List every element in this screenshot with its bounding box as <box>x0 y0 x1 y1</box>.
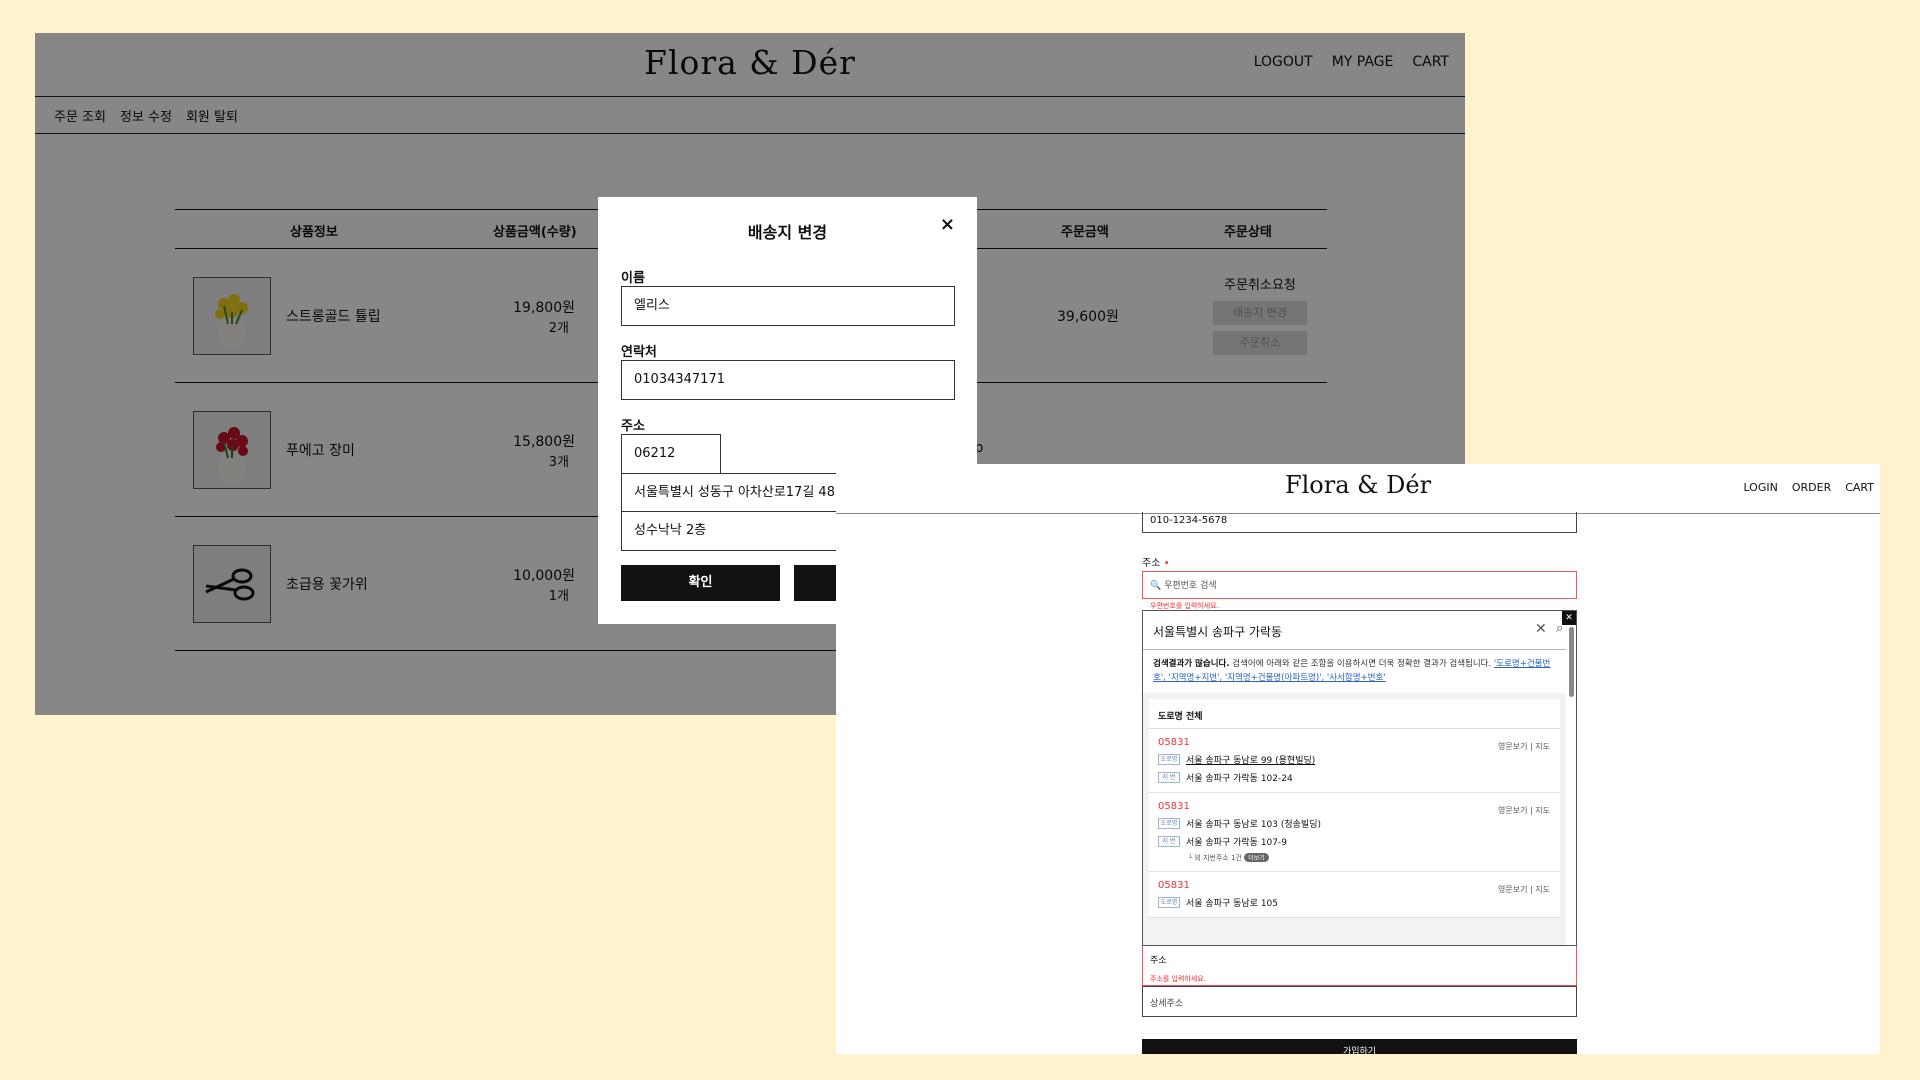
road-tag: 도로명 <box>1158 754 1180 765</box>
map-link[interactable]: 지도 <box>1535 806 1550 815</box>
site-logo[interactable]: Flora & Dér <box>836 471 1880 499</box>
search-icon: 🔍 <box>1150 581 1162 591</box>
road-address-line: 도로명 서울 송파구 동남로 99 (용현빌딩) <box>1158 753 1551 766</box>
nav-order[interactable]: ORDER <box>1792 481 1831 494</box>
result-links: 영문보기 | 지도 <box>1498 885 1550 894</box>
scrollbar[interactable] <box>1569 627 1574 697</box>
road-address-line: 도로명 서울 송파구 동남로 105 <box>1158 896 1551 909</box>
divider <box>1143 649 1566 650</box>
zipcode-search-field[interactable]: 🔍 우편번호 검색 우편번호를 입력하세요. <box>1142 571 1577 610</box>
road-address[interactable]: 서울 송파구 동남로 105 <box>1186 896 1278 909</box>
result-list: 도로명 전체 05831 영문보기 | 지도 도로명 서울 송파구 동남로 99 … <box>1143 693 1566 945</box>
jibun-tag: 지 번 <box>1158 836 1180 847</box>
name-label: 이름 <box>621 271 645 286</box>
list-item[interactable]: 05831 영문보기 | 지도 도로명 서울 송파구 동남로 103 (청송빌딩)… <box>1149 793 1560 872</box>
phone-label: 연락처 <box>621 345 657 360</box>
zipcode-field[interactable]: 06212 <box>621 434 721 474</box>
phone-field[interactable]: 01034347171 <box>621 360 955 400</box>
phone-field[interactable]: 010-1234-5678 <box>1142 512 1577 533</box>
signup-button[interactable]: 가입하기 <box>1142 1039 1577 1054</box>
jibun-address-line: 지 번 서울 송파구 가락동 107-9 <box>1158 835 1551 848</box>
road-tag: 도로명 <box>1158 897 1180 908</box>
map-link[interactable]: 지도 <box>1535 742 1550 751</box>
detail-address-field[interactable]: 상세주소 <box>1142 986 1577 1017</box>
address-search-input[interactable]: 서울특별시 송파구 가락동 <box>1153 623 1282 640</box>
top-nav: LOGIN ORDER CART <box>1743 481 1874 494</box>
view-english-link[interactable]: 영문보기 <box>1498 742 1527 751</box>
close-icon[interactable]: × <box>940 214 955 235</box>
address-field[interactable]: 주소 주소를 입력하세요. <box>1142 946 1577 986</box>
view-english-link[interactable]: 영문보기 <box>1498 806 1527 815</box>
road-address[interactable]: 서울 송파구 동남로 99 (용현빌딩) <box>1186 753 1315 766</box>
road-address-line: 도로명 서울 송파구 동남로 103 (청송빌딩) <box>1158 817 1551 830</box>
list-item[interactable]: 05831 영문보기 | 지도 도로명 서울 송파구 동남로 105 <box>1149 872 1560 918</box>
jibun-address[interactable]: 서울 송파구 가락동 107-9 <box>1186 835 1287 848</box>
map-link[interactable]: 지도 <box>1535 885 1550 894</box>
list-item[interactable]: 05831 영문보기 | 지도 도로명 서울 송파구 동남로 99 (용현빌딩) … <box>1149 729 1560 793</box>
result-zipcode[interactable]: 05831 <box>1158 737 1551 748</box>
result-zipcode[interactable]: 05831 <box>1158 801 1551 812</box>
search-icon[interactable]: ⌕ <box>1556 621 1563 636</box>
hint-text: 검색어에 아래와 같은 조합을 이용하시면 더욱 정확한 결과가 검색됩니다. <box>1229 659 1494 669</box>
zipcode-search-placeholder: 우편번호 검색 <box>1164 581 1217 591</box>
extra-jibun: └ 외 지번주소 1건 더보기 <box>1188 853 1551 863</box>
required-mark: • <box>1163 558 1170 569</box>
nav-cart[interactable]: CART <box>1845 481 1874 494</box>
name-field[interactable]: 엘리스 <box>621 286 955 326</box>
hint-bold: 검색결과가 많습니다. <box>1153 659 1230 669</box>
clear-icon[interactable]: ✕ <box>1535 621 1547 637</box>
close-icon[interactable]: ✕ <box>1562 611 1576 625</box>
address-error: 주소를 입력하세요. <box>1150 975 1206 983</box>
address-search-popup: ✕ 서울특별시 송파구 가락동 ✕ ⌕ 검색결과가 많습니다. 검색어에 아래와… <box>1142 610 1577 946</box>
jibun-address-line: 지 번 서울 송파구 가락동 102-24 <box>1158 771 1551 784</box>
search-hint: 검색결과가 많습니다. 검색어에 아래와 같은 조합을 이용하시면 더욱 정확한… <box>1153 657 1553 685</box>
tab-road-all[interactable]: 도로명 전체 <box>1149 699 1560 729</box>
address-label-text: 주소 <box>1142 558 1161 569</box>
extra-jibun-text: └ 외 지번주소 1건 <box>1188 854 1242 862</box>
confirm-button[interactable]: 확인 <box>621 565 780 601</box>
road-address[interactable]: 서울 송파구 동남로 103 (청송빌딩) <box>1186 817 1321 830</box>
signup-screenshot: Flora & Dér LOGIN ORDER CART 010-1234-56… <box>836 464 1880 1054</box>
jibun-tag: 지 번 <box>1158 772 1180 783</box>
road-tag: 도로명 <box>1158 818 1180 829</box>
result-links: 영문보기 | 지도 <box>1498 806 1550 815</box>
nav-login[interactable]: LOGIN <box>1743 481 1777 494</box>
site-header: Flora & Dér LOGIN ORDER CART <box>836 464 1880 514</box>
result-links: 영문보기 | 지도 <box>1498 742 1550 751</box>
address-label: 주소 • <box>1142 554 1577 569</box>
result-zipcode[interactable]: 05831 <box>1158 880 1551 891</box>
modal-title: 배송지 변경 <box>747 223 828 242</box>
jibun-address[interactable]: 서울 송파구 가락동 102-24 <box>1186 771 1293 784</box>
address-label: 주소 <box>621 419 645 434</box>
more-button[interactable]: 더보기 <box>1244 853 1269 862</box>
address-placeholder: 주소 <box>1150 956 1167 966</box>
view-english-link[interactable]: 영문보기 <box>1498 885 1527 894</box>
